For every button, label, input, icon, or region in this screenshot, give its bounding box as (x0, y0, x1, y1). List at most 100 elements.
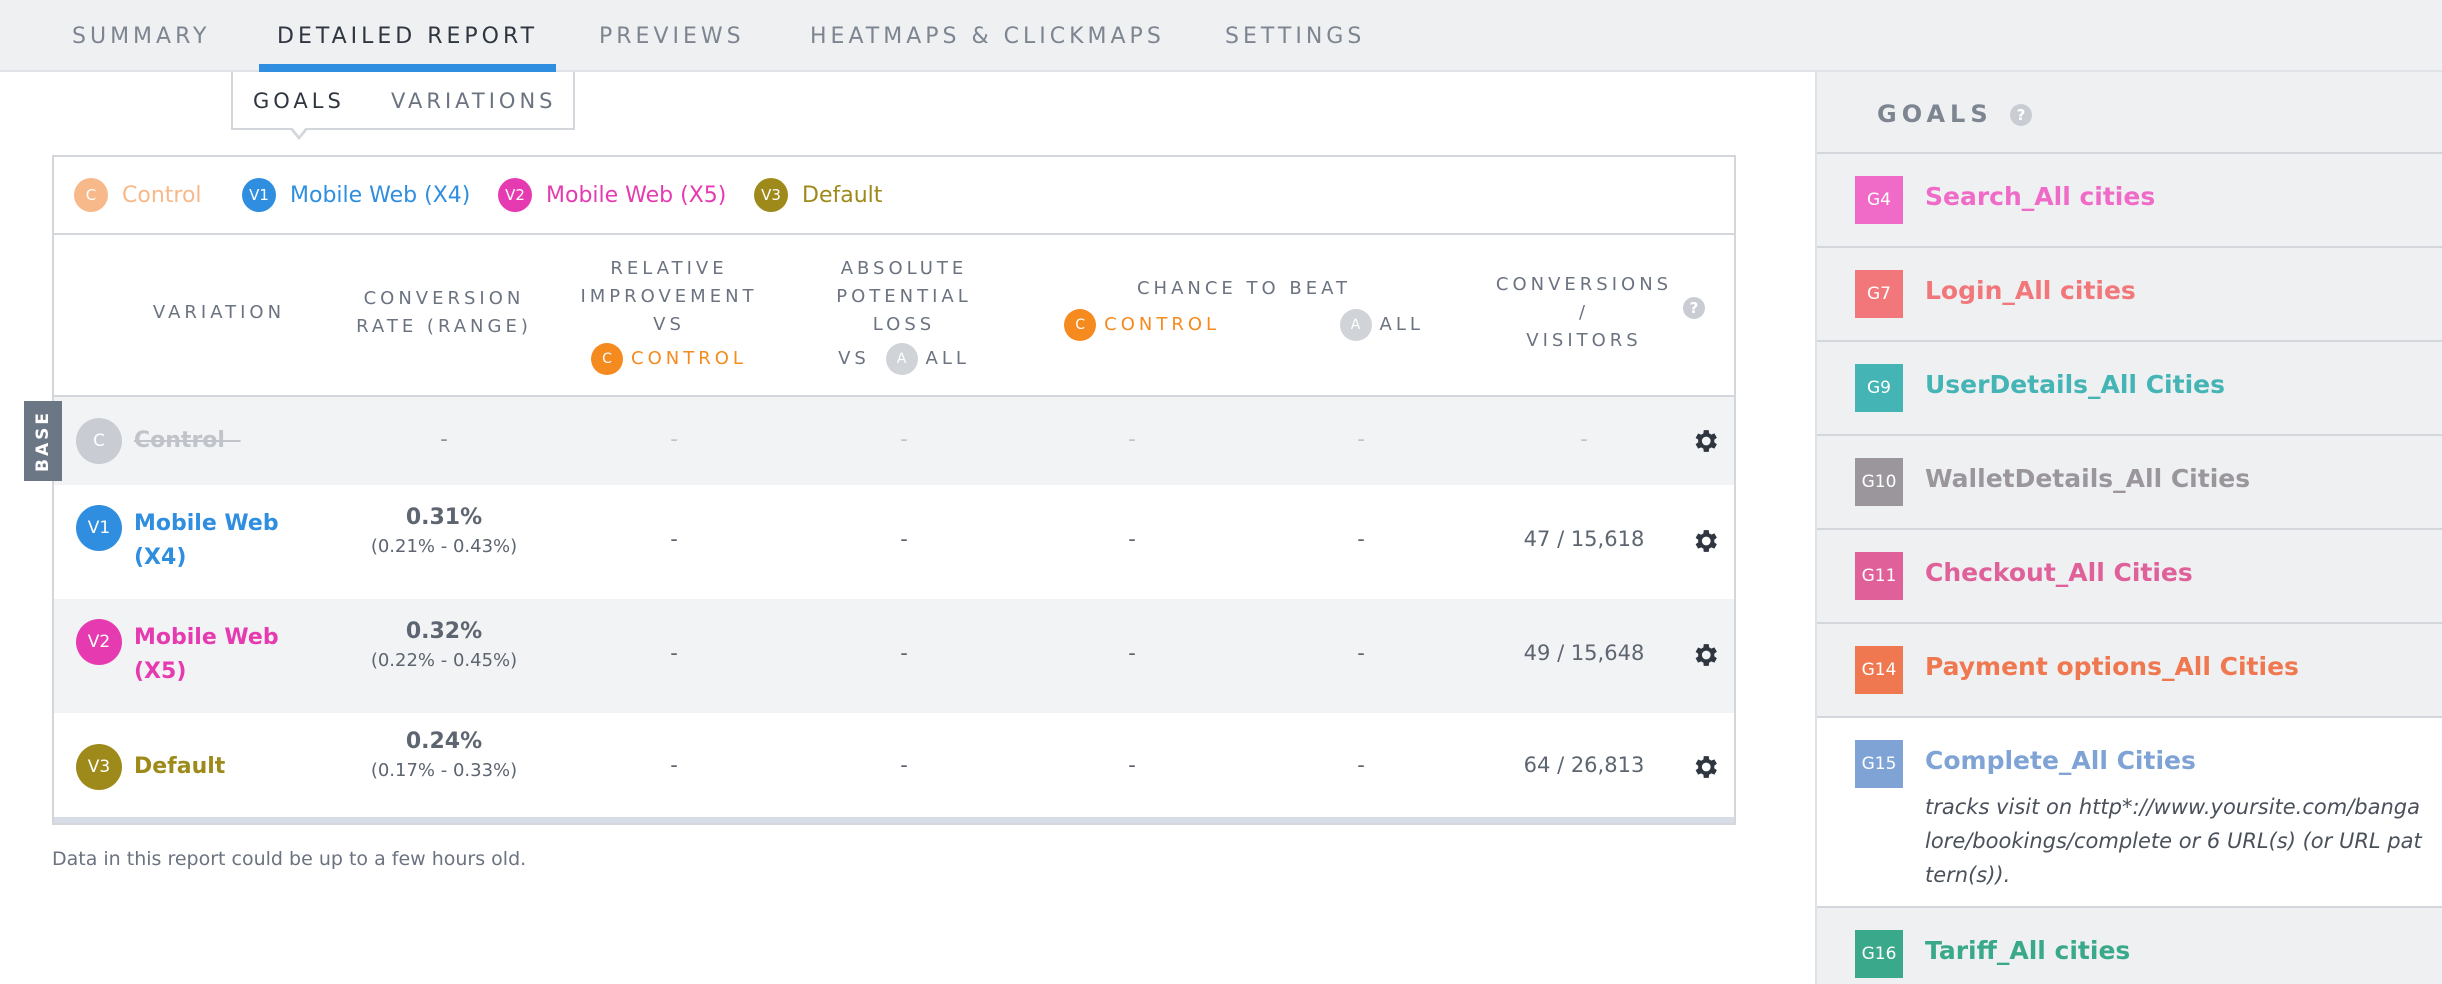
base-tag-label: BASE (33, 410, 53, 472)
variation-name-control[interactable]: Control - (134, 424, 241, 458)
header-absolute-vs: VS (838, 348, 870, 369)
header-relative-control: C CONTROL (544, 343, 794, 375)
all-badge: A (885, 343, 918, 375)
detailed-report-table: C Control V1 Mobile Web (X4) V2 Mobile W… (52, 155, 1736, 825)
header-conversions-line1: CONVERSIONS (1495, 274, 1673, 295)
legend-item-control[interactable]: C Control (74, 177, 202, 213)
legend-badge-v2: V2 (498, 178, 532, 212)
header-conversion-rate-line2: RATE (RANGE) (356, 316, 532, 337)
goal-item-g15[interactable]: G15 Complete_All Cities tracks visit on … (1817, 716, 2442, 906)
table-bottom-border (54, 817, 1734, 823)
variation-name-v1-line2: (X4) (134, 545, 187, 570)
tab-detailed-report-label: DETAILED REPORT (277, 24, 539, 49)
variation-name-v2[interactable]: Mobile Web (X5) (134, 621, 279, 689)
table-row-v3: V3 Default 0.24% (0.17% - 0.33%) - - - -… (54, 713, 1734, 821)
all-badge: A (1339, 309, 1372, 341)
goal-item-g14[interactable]: G14 Payment options_All Cities (1817, 622, 2442, 716)
conversion-rate-range: (0.17% - 0.33%) (370, 760, 518, 781)
conversion-rate-range: (0.22% - 0.45%) (370, 650, 518, 671)
legend-label-v2: Mobile Web (X5) (546, 182, 727, 208)
table-header: VARIATION CONVERSION RATE (RANGE) RELATI… (54, 235, 1734, 397)
conversions-visitors: 64 / 26,813 (1523, 753, 1645, 777)
goal-item-g9[interactable]: G9 UserDetails_All Cities (1817, 340, 2442, 434)
goal-item-g16[interactable]: G16 Tariff_All cities (1817, 906, 2442, 984)
base-tag: BASE (24, 401, 62, 481)
header-conversions-line3: VISITORS (1526, 330, 1642, 351)
goal-name-g4: Search_All cities (1925, 182, 2156, 211)
conversion-rate-cell: 0.32% (0.22% - 0.45%) (324, 619, 564, 671)
tab-summary[interactable]: SUMMARY (72, 0, 210, 72)
goals-sidebar: GOALS ? G4 Search_All cities G7 Login_Al… (1815, 72, 2442, 984)
relative-improvement: - (670, 753, 678, 777)
variation-legend: C Control V1 Mobile Web (X4) V2 Mobile W… (54, 157, 1734, 235)
header-absolute-all-label: ALL (925, 348, 970, 369)
header-chance-all: ALL (1379, 314, 1424, 335)
goal-item-g10[interactable]: G10 WalletDetails_All Cities (1817, 434, 2442, 528)
row-badge-v3: V3 (76, 744, 122, 790)
table-row-v2: V2 Mobile Web (X5) 0.32% (0.22% - 0.45%)… (54, 599, 1734, 713)
legend-badge-v3: V3 (754, 178, 788, 212)
goal-name-g14: Payment options_All Cities (1925, 652, 2299, 681)
goal-badge-g11: G11 (1855, 552, 1903, 600)
conversions-visitors: 47 / 15,618 (1523, 527, 1645, 551)
chance-beat-control: - (1128, 527, 1136, 551)
conversions-visitors: 49 / 15,648 (1523, 641, 1645, 665)
table-row-control: C Control - - - - - - - (54, 397, 1734, 485)
variation-name-v1[interactable]: Mobile Web (X4) (134, 507, 279, 575)
row-badge-v2: V2 (76, 619, 122, 665)
goal-name-g9: UserDetails_All Cities (1925, 370, 2225, 399)
goal-item-g4[interactable]: G4 Search_All cities (1817, 152, 2442, 246)
legend-item-v1[interactable]: V1 Mobile Web (X4) (242, 177, 470, 213)
legend-label-v1: Mobile Web (X4) (290, 182, 471, 208)
header-conversion-rate: CONVERSION RATE (RANGE) (314, 285, 574, 341)
tab-detailed-report[interactable]: DETAILED REPORT (259, 0, 557, 82)
row-badge-v1: V1 (76, 505, 122, 551)
help-icon[interactable]: ? (2010, 104, 2032, 126)
header-chance-to-beat: CHANCE TO BEAT C CONTROL A ALL (1004, 275, 1484, 341)
tab-previews[interactable]: PREVIEWS (599, 0, 745, 72)
chance-beat-control: - (1128, 753, 1136, 777)
report-footnote: Data in this report could be up to a few… (52, 848, 527, 870)
variation-name-control-suffix: - (232, 428, 241, 453)
legend-item-v2[interactable]: V2 Mobile Web (X5) (498, 177, 726, 213)
header-absolute-loss: ABSOLUTE POTENTIAL LOSS VS A ALL (774, 255, 1034, 375)
gear-icon[interactable] (1690, 426, 1720, 456)
variation-name-v3[interactable]: Default (134, 750, 225, 784)
absolute-loss: - (900, 753, 908, 777)
gear-icon[interactable] (1690, 526, 1720, 556)
tab-heatmaps-clickmaps[interactable]: HEATMAPS & CLICKMAPS (810, 0, 1165, 72)
chance-beat-all: - (1357, 427, 1365, 451)
variation-name-v2-line2: (X5) (134, 659, 187, 684)
subtab-goals[interactable]: GOALS (253, 72, 345, 140)
conversion-rate: 0.32% (405, 619, 483, 644)
help-icon[interactable]: ? (1683, 297, 1705, 319)
goal-name-g10: WalletDetails_All Cities (1925, 464, 2251, 493)
goal-badge-g15: G15 (1855, 740, 1903, 788)
variation-name-control-text: Control (134, 428, 225, 453)
subtab-variations[interactable]: VARIATIONS (391, 72, 557, 128)
header-relative-line1: RELATIVE (610, 258, 728, 279)
header-chance-options: C CONTROL A ALL (1004, 309, 1484, 341)
gear-icon[interactable] (1690, 640, 1720, 670)
conversion-rate: 0.24% (405, 729, 483, 754)
goal-item-g11[interactable]: G11 Checkout_All Cities (1817, 528, 2442, 622)
header-absolute-line1: ABSOLUTE (840, 258, 968, 279)
tab-settings[interactable]: SETTINGS (1225, 0, 1365, 72)
gear-icon[interactable] (1690, 752, 1720, 782)
control-badge: C (1064, 309, 1097, 341)
chance-beat-control: - (1128, 641, 1136, 665)
legend-label-v3: Default (802, 182, 883, 208)
legend-item-v3[interactable]: V3 Default (754, 177, 882, 213)
sub-tab-bar: GOALS VARIATIONS (231, 72, 575, 140)
table-row-v1: V1 Mobile Web (X4) 0.31% (0.21% - 0.43%)… (54, 485, 1734, 599)
goal-badge-g7: G7 (1855, 270, 1903, 318)
goal-badge-g14: G14 (1855, 646, 1903, 694)
chance-beat-all: - (1357, 641, 1365, 665)
goal-item-g7[interactable]: G7 Login_All cities (1817, 246, 2442, 340)
conversion-rate: 0.31% (405, 505, 483, 530)
top-tab-bar: SUMMARY DETAILED REPORT PREVIEWS HEATMAP… (0, 0, 2442, 82)
row-badge-control: C (76, 418, 122, 464)
conversion-rate-cell: 0.24% (0.17% - 0.33%) (324, 729, 564, 781)
conversion-rate: - (440, 427, 448, 451)
header-absolute-line3: LOSS (872, 314, 936, 335)
